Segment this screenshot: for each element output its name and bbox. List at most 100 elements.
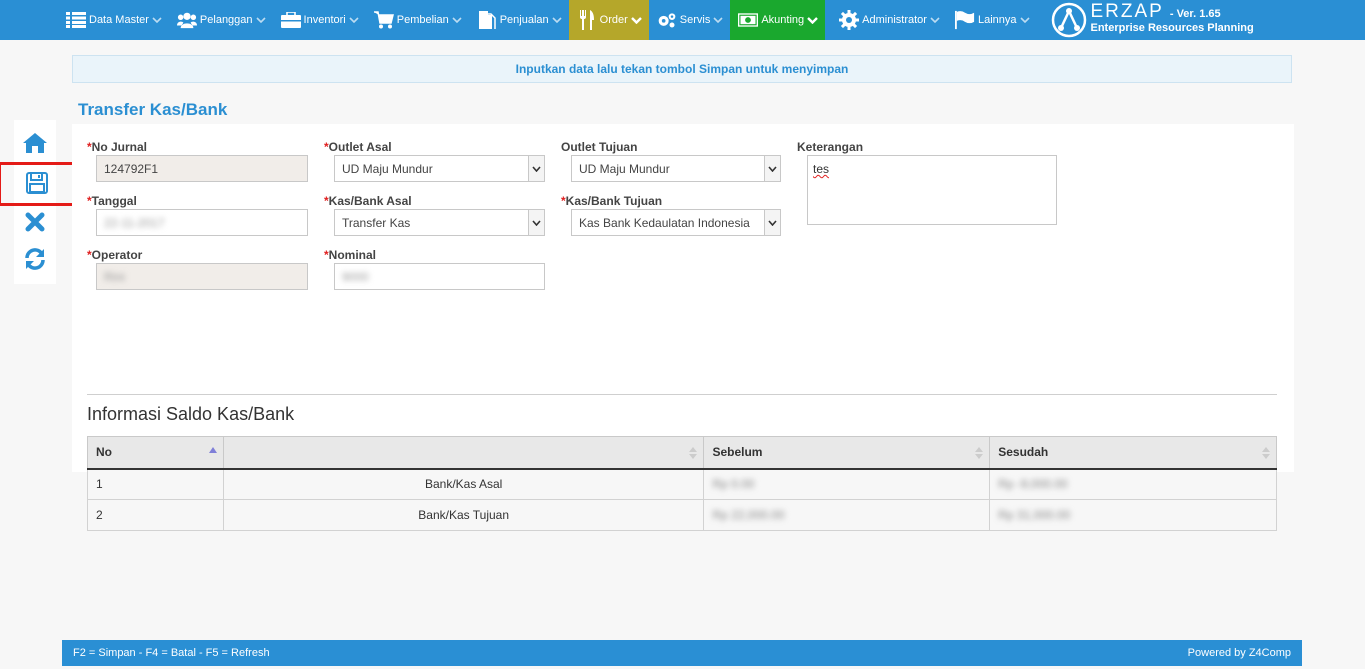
info-notice: Inputkan data lalu tekan tombol Simpan u…: [72, 55, 1292, 83]
nav-label: Lainnya: [977, 14, 1017, 26]
main-content: Inputkan data lalu tekan tombol Simpan u…: [72, 40, 1294, 531]
nav-label: Akunting: [761, 14, 805, 26]
top-navbar: Data Master Pelanggan Inventori Pembelia…: [0, 0, 1365, 40]
kas-bank-asal-select[interactable]: Transfer Kas: [334, 209, 545, 236]
nav-label: Inventori: [303, 14, 346, 26]
no-jurnal-field[interactable]: 124792F1: [96, 155, 308, 182]
save-button[interactable]: [0, 162, 76, 206]
powered-by: Powered by Z4Comp: [1187, 647, 1291, 659]
cancel-button[interactable]: [14, 205, 56, 241]
no-jurnal-label: *No Jurnal: [87, 140, 148, 154]
side-toolbar: [0, 120, 76, 284]
chevron-down-icon: [528, 210, 544, 235]
brand-tagline: Enterprise Resources Planning: [1090, 22, 1254, 34]
chevron-down-icon: [528, 156, 544, 181]
outlet-tujuan-select[interactable]: UD Maju Mundur: [571, 155, 781, 182]
chevron-down-icon: [552, 17, 562, 23]
tanggal-field[interactable]: 22-11-2017: [96, 209, 308, 236]
row-name: Bank/Kas Asal: [222, 468, 705, 500]
nav-pelanggan[interactable]: Pelanggan: [169, 0, 273, 40]
chevron-down-icon: [152, 17, 162, 23]
nav-label: Pelanggan: [199, 14, 253, 26]
section-divider: [87, 394, 1277, 395]
nav-penjualan[interactable]: Penjualan: [469, 0, 569, 40]
nav-label: Administrator: [862, 14, 927, 26]
gears-icon: [657, 11, 677, 29]
keterangan-label: Keterangan: [797, 140, 864, 154]
row-name: Bank/Kas Tujuan: [222, 499, 705, 531]
chevron-down-icon: [764, 156, 780, 181]
money-icon: [738, 11, 759, 29]
cart-icon: [373, 11, 394, 29]
column-header-sebelum[interactable]: Sebelum: [703, 436, 991, 470]
nav-order[interactable]: Order: [568, 0, 649, 40]
shortcut-hint: F2 = Simpan - F4 = Batal - F5 = Refresh: [73, 647, 270, 659]
chevron-down-icon: [452, 17, 462, 23]
chevron-down-icon: [713, 17, 723, 23]
row-sesudah: Rp -9,000.00: [989, 468, 1277, 500]
nav-label: Data Master: [89, 14, 149, 26]
chevron-down-icon: [930, 17, 940, 23]
keterangan-textarea[interactable]: tes: [807, 155, 1057, 225]
gear-icon: [839, 10, 860, 30]
column-header-sesudah[interactable]: Sesudah: [989, 436, 1277, 470]
table-row[interactable]: 1 Bank/Kas Asal Rp 0.00 Rp -9,000.00: [87, 468, 1277, 500]
nav-label: Pembelian: [396, 14, 449, 26]
kas-bank-asal-label: *Kas/Bank Asal: [324, 194, 412, 208]
nav-data-master[interactable]: Data Master: [0, 0, 169, 40]
nav-administrator[interactable]: Administrator: [825, 0, 947, 40]
sort-icon: [975, 447, 984, 459]
operator-label: *Operator: [87, 248, 143, 262]
outlet-asal-select[interactable]: UD Maju Mundur: [334, 155, 545, 182]
nominal-field[interactable]: 9000: [334, 263, 545, 290]
briefcase-icon: [280, 11, 301, 29]
table-row[interactable]: 2 Bank/Kas Tujuan Rp 22,000.00 Rp 31,000…: [87, 499, 1277, 531]
chevron-down-icon: [764, 210, 780, 235]
row-sesudah: Rp 31,000.00: [989, 499, 1277, 531]
nominal-label: *Nominal: [324, 248, 377, 262]
brand: ERZAP - Ver. 1.65 Enterprise Resources Pl…: [1051, 0, 1254, 40]
nav-servis[interactable]: Servis: [649, 0, 731, 40]
outlet-asal-label: *Outlet Asal: [324, 140, 392, 154]
flag-icon: [954, 10, 975, 30]
operator-field[interactable]: Rini: [96, 263, 308, 290]
nav-pembelian[interactable]: Pembelian: [366, 0, 469, 40]
column-header-name[interactable]: [222, 436, 705, 470]
transfer-form: *No Jurnal 124792F1 *Tanggal 22-11-2017 …: [72, 124, 1294, 531]
kas-bank-tujuan-label: *Kas/Bank Tujuan: [561, 194, 663, 208]
row-no: 1: [87, 468, 224, 500]
row-sebelum: Rp 0.00: [703, 468, 991, 500]
cutlery-icon: [577, 10, 597, 30]
version-label: - Ver. 1.65: [1169, 8, 1221, 20]
sort-icon: [689, 447, 698, 459]
users-icon: [176, 11, 197, 29]
kas-bank-tujuan-select[interactable]: Kas Bank Kedaulatan Indonesia: [571, 209, 781, 236]
saldo-section-title: Informasi Saldo Kas/Bank: [87, 404, 295, 424]
chevron-down-icon: [255, 17, 266, 23]
row-sebelum: Rp 22,000.00: [703, 499, 991, 531]
erzap-logo-icon: [1051, 2, 1086, 38]
tanggal-label: *Tanggal: [87, 194, 137, 208]
page-title: Transfer Kas/Bank: [78, 100, 228, 119]
chevron-down-icon: [349, 17, 359, 23]
floppy-icon: [26, 171, 48, 197]
sort-asc-icon: [208, 447, 217, 453]
nav-lainnya[interactable]: Lainnya: [947, 0, 1037, 40]
document-icon: [477, 11, 497, 29]
refresh-button[interactable]: [14, 242, 56, 278]
outlet-tujuan-label: Outlet Tujuan: [561, 140, 638, 154]
footer-bar: F2 = Simpan - F4 = Batal - F5 = Refresh …: [62, 640, 1302, 666]
nav-inventori[interactable]: Inventori: [273, 0, 366, 40]
sort-icon: [1262, 447, 1270, 459]
row-no: 2: [87, 499, 224, 531]
brand-name: ERZAP: [1090, 1, 1164, 22]
column-header-no[interactable]: No: [87, 436, 224, 470]
saldo-table: No Sebelum Sesudah 1 Bank/Kas Asal Rp 0.…: [87, 436, 1277, 531]
home-button[interactable]: [14, 126, 56, 162]
nav-label: Penjualan: [499, 14, 549, 26]
list-icon: [66, 11, 86, 29]
close-icon: [25, 212, 45, 235]
chevron-down-icon: [807, 16, 819, 24]
nav-akunting[interactable]: Akunting: [730, 0, 826, 40]
chevron-down-icon: [630, 16, 642, 24]
